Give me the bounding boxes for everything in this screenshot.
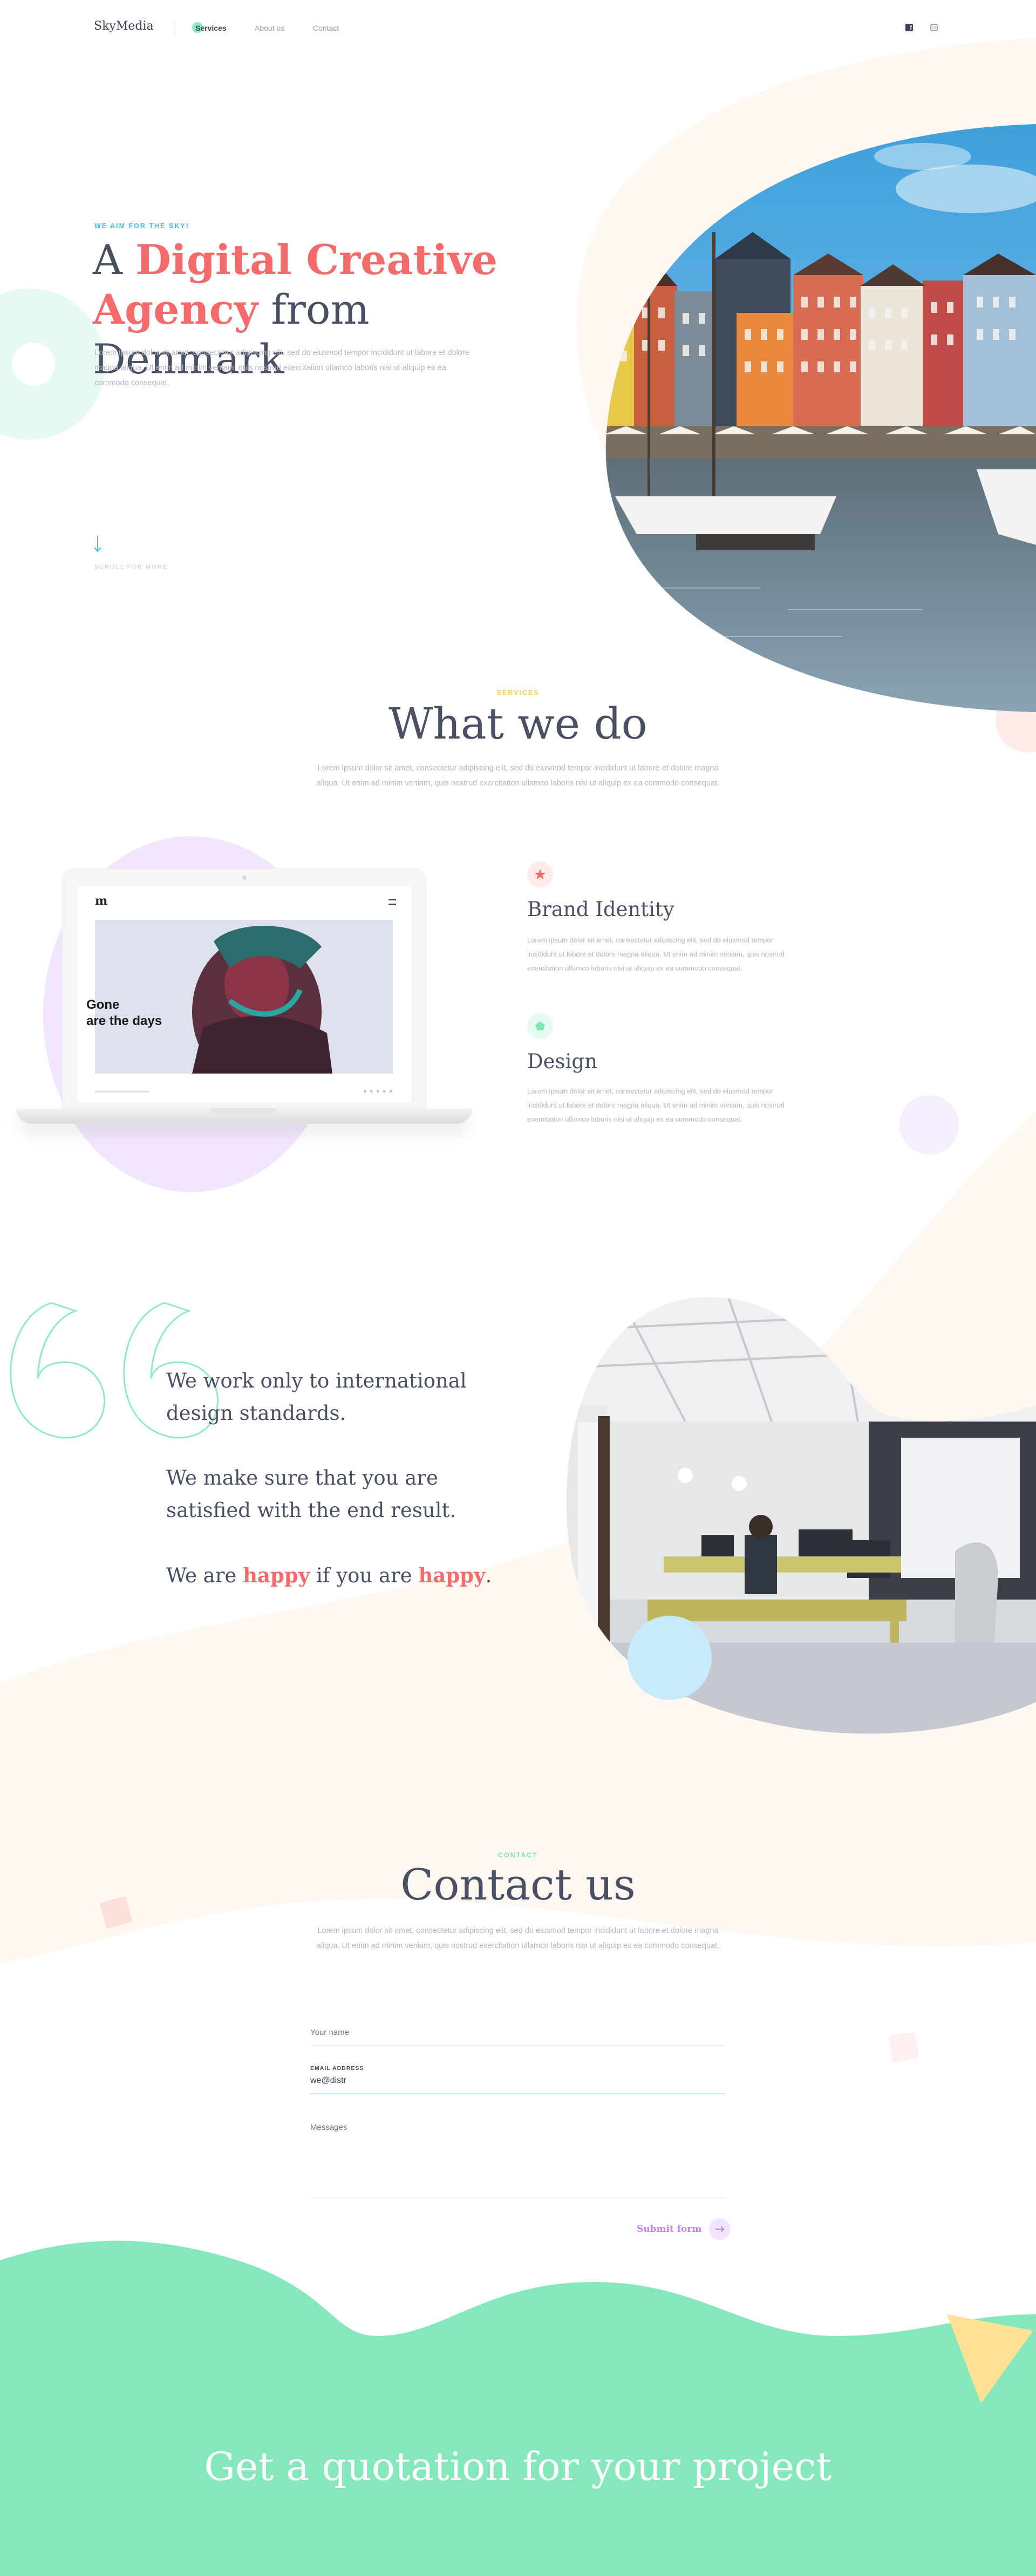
message-textarea[interactable] [310,2123,726,2193]
laptop-logo: m [95,894,108,908]
laptop-headline: Gone are the days [86,997,162,1029]
message-underline [310,2197,726,2198]
hero-title-highlight-1: Digital Creative [135,236,498,284]
quote-line-3-a: We are [166,1564,243,1587]
quote-line-3-c: . [485,1564,492,1587]
pentagon-icon [527,1013,553,1039]
logo[interactable]: SkyMedia [94,19,154,33]
quote-line-2b: satisfied with the end result. [166,1499,456,1522]
laptop-headline-line-1: Gone [86,997,120,1012]
quote-line-1a: We work only to international [166,1369,467,1392]
laptop-mockup: m Gone are the days [62,869,426,1109]
footer-cta[interactable]: Get a quotation for your project [0,2444,1036,2489]
services-eyebrow: SERVICES [496,689,540,696]
quote-line-3: We are happy if you are happy. [166,1559,544,1592]
hero-title-a: A [93,236,136,284]
hero-eyebrow: WE AIM FOR THE SKY! [94,222,189,230]
hero-body: Lorem ipsum dolor sit amet, consectetur … [94,349,469,387]
quote-line-1b: design standards. [166,1402,346,1425]
nav-contact[interactable]: Contact [313,24,339,32]
office-blue-circle [628,1616,712,1700]
laptop-notch [210,1109,275,1114]
service-body-brand: Lorem ipsum dolor sit amet, consectetur … [527,936,785,972]
hero-title-highlight-2: Agency [93,285,258,333]
facebook-icon[interactable]: f [905,24,913,31]
quote-happy-1: happy [243,1563,310,1587]
arrow-down-icon[interactable] [94,536,101,553]
services-title: What we do [388,699,648,749]
submit-button[interactable]: Submit form [637,2218,731,2240]
nav-services[interactable]: Services [195,24,227,32]
laptop-camera [242,876,247,880]
instagram-icon[interactable] [930,24,938,31]
email-underline [310,2093,726,2094]
nav-about[interactable]: About us [255,24,284,32]
laptop-screen: m Gone are the days [78,886,411,1102]
service-body-design: Lorem ipsum dolor sit amet, consectetur … [527,1087,785,1123]
scroll-label[interactable]: SCROLL FOR MORE [94,564,168,570]
submit-label: Submit form [637,2224,702,2235]
laptop-menu-icon [388,899,396,905]
star-icon [527,862,553,887]
email-label: EMAIL ADDRESS [310,2065,364,2072]
laptop-footer-text [95,1091,149,1092]
quote-happy-2: happy [418,1563,486,1587]
services-body: Lorem ipsum dolor sit amet, consectetur … [316,764,720,788]
service-title-brand: Brand Identity [527,898,674,921]
contact-body: Lorem ipsum dolor sit amet, consectetur … [316,1926,720,1950]
quote-line-3-b: if you are [310,1564,419,1587]
email-input[interactable]: we@distr [310,2076,346,2086]
name-input[interactable] [310,2024,726,2040]
laptop-dots [364,1090,396,1092]
service-title-design: Design [527,1050,597,1073]
quote-text: We work only to international design sta… [166,1365,544,1592]
contact-eyebrow: CONTACT [497,1851,539,1859]
laptop-headline-line-2: are the days [86,1014,162,1028]
arrow-right-icon [709,2218,731,2240]
quote-line-2a: We make sure that you are [166,1466,438,1489]
contact-title: Contact us [400,1860,636,1910]
hero-harbour-image [605,124,1036,712]
name-underline [310,2045,726,2046]
